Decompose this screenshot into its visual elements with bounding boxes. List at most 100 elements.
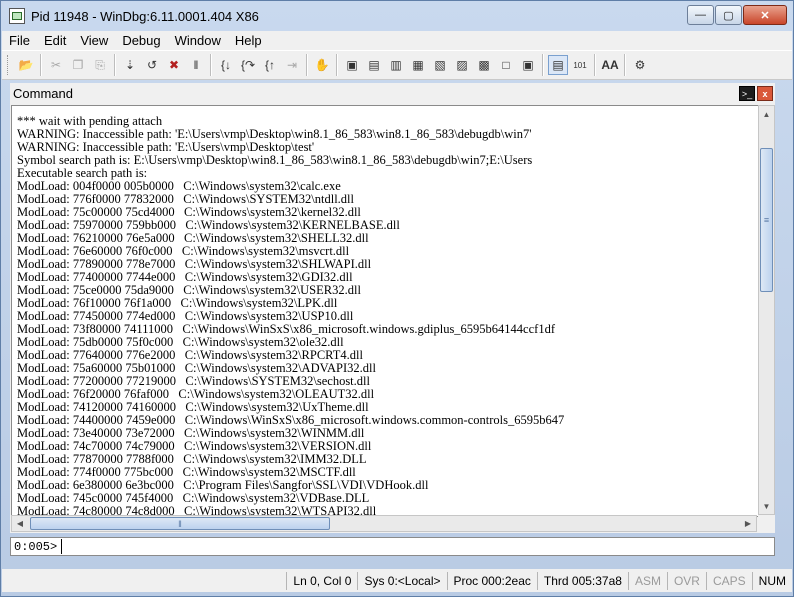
run-to-cursor-icon[interactable]: ⇥	[282, 55, 302, 75]
output-line: ModLoad: 776f0000 77832000 C:\Windows\SY…	[17, 192, 355, 206]
pane-title: Command	[13, 85, 73, 101]
step-out-icon[interactable]: {↑	[260, 55, 280, 75]
command-input[interactable]	[61, 539, 774, 554]
output-line: ModLoad: 77450000 774ed000 C:\Windows\sy…	[17, 309, 354, 323]
toolbar: 📂 ✂ ❐ ⎘ ⇣ ↺ ✖ ‖ {↓ {↷ {↑ ⇥ ✋ ▣ ▤ ▥ ▦ ▧ ▨…	[2, 50, 792, 80]
cut-icon[interactable]: ✂	[46, 55, 66, 75]
output-line: ModLoad: 76f10000 76f1a000 C:\Windows\sy…	[17, 296, 338, 310]
window-controls: — ▢ ✕	[686, 5, 787, 25]
menu-bar: File Edit View Debug Window Help	[2, 31, 792, 50]
options-icon[interactable]: ⚙	[630, 55, 650, 75]
command-window-icon[interactable]: ▣	[342, 55, 362, 75]
status-num: NUM	[751, 571, 792, 590]
breakpoint-hand-icon[interactable]: ✋	[312, 55, 332, 75]
hex-mode-icon[interactable]: 101	[570, 55, 590, 75]
menu-edit[interactable]: Edit	[37, 31, 73, 50]
output-line: ModLoad: 75c00000 75cd4000 C:\Windows\sy…	[17, 205, 361, 219]
output-line: ModLoad: 77640000 776e2000 C:\Windows\sy…	[17, 348, 363, 362]
output-line: ModLoad: 745c0000 745f4000 C:\Windows\sy…	[17, 491, 370, 505]
windbg-window: Pid 11948 - WinDbg:6.11.0001.404 X86 — ▢…	[0, 0, 794, 597]
processes-threads-icon[interactable]: ▣	[518, 55, 538, 75]
output-text: *** wait with pending attach WARNING: In…	[12, 106, 758, 517]
output-line: ModLoad: 76f20000 76faf000 C:\Windows\sy…	[17, 387, 375, 401]
scratch-pad-icon[interactable]: □	[496, 55, 516, 75]
command-line: 0:005>	[10, 537, 775, 556]
toolbar-separator	[336, 54, 338, 76]
scroll-left-icon[interactable]: ◀	[12, 516, 28, 531]
toolbar-separator	[40, 54, 42, 76]
status-system: Sys 0:<Local>	[357, 571, 446, 590]
toolbar-separator	[542, 54, 544, 76]
output-line: ModLoad: 77870000 7788f000 C:\Windows\sy…	[17, 452, 367, 466]
output-line: ModLoad: 77200000 77219000 C:\Windows\SY…	[17, 374, 370, 388]
output-line: ModLoad: 75ce0000 75da9000 C:\Windows\sy…	[17, 283, 361, 297]
registers-icon[interactable]: ▦	[408, 55, 428, 75]
output-line: Executable search path is:	[17, 166, 148, 180]
title-bar[interactable]: Pid 11948 - WinDbg:6.11.0001.404 X86 — ▢…	[1, 1, 793, 31]
step-into-icon[interactable]: {↓	[216, 55, 236, 75]
minimize-button[interactable]: —	[687, 5, 714, 25]
font-icon[interactable]: AA	[600, 55, 620, 75]
window-title: Pid 11948 - WinDbg:6.11.0001.404 X86	[31, 8, 259, 24]
stop-debugging-icon[interactable]: ✖	[164, 55, 184, 75]
horizontal-scrollbar[interactable]: ◀ ‖ ▶	[11, 515, 757, 532]
toolbar-separator	[624, 54, 626, 76]
close-button[interactable]: ✕	[743, 5, 787, 25]
status-asm: ASM	[627, 571, 667, 590]
copy-icon[interactable]: ❐	[68, 55, 88, 75]
command-pane-header: Command >_ x	[10, 83, 775, 103]
menu-file[interactable]: File	[2, 31, 37, 50]
maximize-button[interactable]: ▢	[715, 5, 742, 25]
watch-icon[interactable]: ▤	[364, 55, 384, 75]
menu-debug[interactable]: Debug	[115, 31, 167, 50]
memory-icon[interactable]: ▧	[430, 55, 450, 75]
horizontal-scroll-thumb[interactable]: ‖	[30, 517, 330, 530]
status-caps: CAPS	[705, 571, 752, 590]
status-bar: Ln 0, Col 0 Sys 0:<Local> Proc 000:2eac …	[2, 569, 792, 592]
status-position: Ln 0, Col 0	[286, 571, 357, 590]
call-stack-icon[interactable]: ▨	[452, 55, 472, 75]
locals-icon[interactable]: ▥	[386, 55, 406, 75]
scroll-up-icon[interactable]: ▲	[759, 106, 774, 122]
source-mode-icon[interactable]: ▤	[548, 55, 568, 75]
output-line: ModLoad: 774f0000 775bc000 C:\Windows\sy…	[17, 465, 356, 479]
toolbar-separator	[210, 54, 212, 76]
vertical-scrollbar[interactable]: ▲ ≡ ▼	[758, 105, 775, 515]
output-line: ModLoad: 76e60000 76f0c000 C:\Windows\sy…	[17, 244, 350, 258]
restart-icon[interactable]: ↺	[142, 55, 162, 75]
command-prompt: 0:005>	[14, 539, 58, 554]
console-icon[interactable]: >_	[739, 86, 755, 101]
scroll-right-icon[interactable]: ▶	[740, 516, 756, 531]
break-icon[interactable]: ‖	[186, 55, 206, 75]
toolbar-separator	[306, 54, 308, 76]
disassembly-icon[interactable]: ▩	[474, 55, 494, 75]
menu-help[interactable]: Help	[228, 31, 269, 50]
toolbar-grip[interactable]	[7, 55, 11, 75]
pane-close-icon[interactable]: x	[757, 86, 773, 101]
output-line: ModLoad: 77890000 778e7000 C:\Windows\sy…	[17, 257, 372, 271]
output-line: ModLoad: 73f80000 74111000 C:\Windows\Wi…	[17, 322, 555, 336]
output-line: ModLoad: 75a60000 75b01000 C:\Windows\sy…	[17, 361, 376, 375]
open-icon[interactable]: 📂	[16, 55, 36, 75]
status-thread: Thrd 005:37a8	[536, 571, 628, 590]
command-pane: Command >_ x *** wait with pending attac…	[10, 83, 775, 533]
go-icon[interactable]: ⇣	[120, 55, 140, 75]
output-line: ModLoad: 75970000 759bb000 C:\Windows\sy…	[17, 218, 400, 232]
toolbar-separator	[114, 54, 116, 76]
paste-icon[interactable]: ⎘	[90, 55, 110, 75]
windbg-app-icon[interactable]	[9, 8, 25, 24]
output-line: ModLoad: 74120000 74160000 C:\Windows\sy…	[17, 400, 369, 414]
status-process: Proc 000:2eac	[446, 571, 537, 590]
output-line: ModLoad: 77400000 7744e000 C:\Windows\sy…	[17, 270, 353, 284]
command-output[interactable]: *** wait with pending attach WARNING: In…	[11, 105, 759, 517]
output-line: ModLoad: 74c70000 74c79000 C:\Windows\sy…	[17, 439, 372, 453]
output-line: ModLoad: 74400000 7459e000 C:\Windows\Wi…	[17, 413, 565, 427]
output-line: ModLoad: 76210000 76e5a000 C:\Windows\sy…	[17, 231, 369, 245]
menu-view[interactable]: View	[73, 31, 115, 50]
output-line: *** wait with pending attach	[17, 114, 163, 128]
output-line: WARNING: Inaccessible path: 'E:\Users\vm…	[17, 140, 315, 154]
menu-window[interactable]: Window	[168, 31, 228, 50]
vertical-scroll-thumb[interactable]: ≡	[760, 148, 773, 292]
step-over-icon[interactable]: {↷	[238, 55, 258, 75]
scroll-down-icon[interactable]: ▼	[759, 498, 774, 514]
